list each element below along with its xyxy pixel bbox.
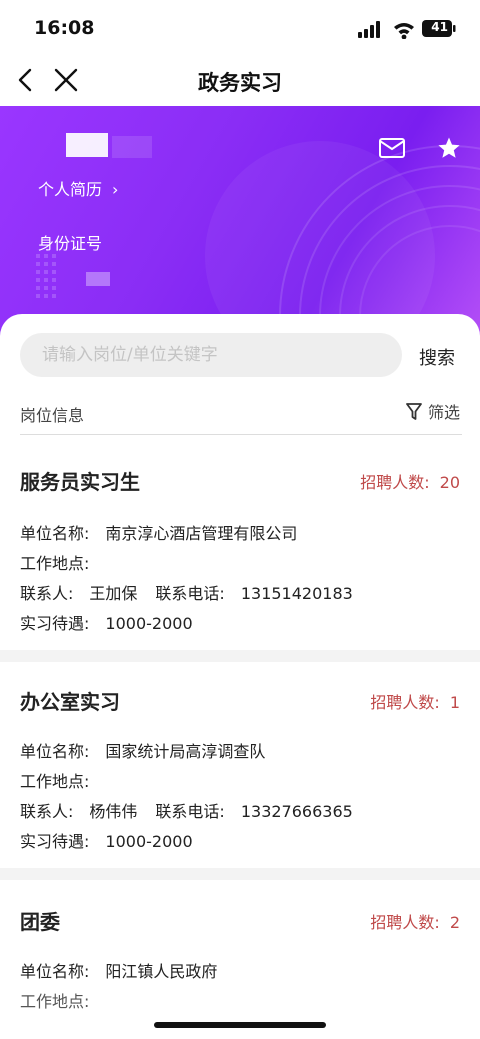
company-line: 单位名称: 阳江镇人民政府 (20, 962, 218, 981)
location-line: 工作地点: (20, 992, 90, 1011)
job-title: 团委 (20, 910, 60, 934)
chevron-right-icon: › (112, 180, 119, 199)
signal-icon (358, 21, 380, 38)
salary-line: 实习待遇: 1000-2000 (20, 832, 193, 851)
location-line: 工作地点: (20, 554, 90, 573)
location-line: 工作地点: (20, 772, 90, 791)
section-header: 岗位信息 筛选 (20, 394, 462, 435)
contact-line: 联系人: 杨伟伟 联系电话: 13327666365 (20, 802, 353, 821)
resume-link[interactable]: 个人简历 › (38, 176, 118, 200)
name-blur (112, 136, 152, 158)
id-number-label: 身份证号 (38, 234, 103, 253)
search-button[interactable]: 搜索 (419, 344, 455, 370)
star-icon (438, 137, 460, 158)
hire-count: 招聘人数: 1 (370, 693, 460, 712)
message-button[interactable] (379, 138, 405, 158)
hire-count: 招聘人数: 2 (370, 913, 460, 932)
mail-icon (379, 138, 405, 158)
filter-button[interactable]: 筛选 (406, 399, 460, 423)
filter-icon (406, 403, 422, 420)
status-time: 16:08 (34, 17, 95, 39)
company-line: 单位名称: 国家统计局高淳调查队 (20, 742, 266, 761)
status-icons: 41 (358, 19, 458, 40)
nav-bar: 政务实习 (0, 56, 480, 106)
section-title: 岗位信息 (20, 406, 85, 425)
home-indicator (154, 1022, 326, 1028)
id-number-blur (86, 272, 110, 286)
resume-link-label: 个人简历 (38, 180, 103, 199)
contact-line: 联系人: 王加保 联系电话: 13151420183 (20, 584, 353, 603)
job-card[interactable]: 服务员实习生 招聘人数: 20 单位名称: 南京淳心酒店管理有限公司 工作地点: 联… (0, 466, 480, 636)
battery-level: 41 (431, 20, 448, 34)
card-divider (0, 868, 480, 880)
content-panel: 搜索 岗位信息 筛选 服务员实习生 招聘人数:20 单位名称:南京淳心酒店管理有… (0, 314, 480, 1039)
company-line: 单位名称: 南京淳心酒店管理有限公司 (20, 524, 298, 543)
search-input[interactable] (20, 333, 402, 377)
salary-line: 实习待遇: 1000-2000 (20, 614, 193, 633)
job-title: 服务员实习生 (20, 470, 140, 494)
avatar-name-placeholder (66, 133, 108, 157)
hire-count: 招聘人数: 20 (360, 473, 460, 492)
job-card[interactable]: 办公室实习 招聘人数: 1 单位名称: 国家统计局高淳调查队 工作地点: 联系人: 杨… (0, 686, 480, 856)
profile-hero: 个人简历 › 身份证号 (0, 106, 480, 338)
wifi-icon (394, 23, 414, 40)
favorite-button[interactable] (437, 136, 461, 160)
status-bar: 16:08 41 (0, 0, 480, 56)
filter-label: 筛选 (427, 403, 460, 422)
page-title: 政务实习 (198, 71, 282, 95)
card-divider (0, 650, 480, 662)
job-title: 办公室实习 (20, 690, 120, 714)
job-card[interactable]: 团委 招聘人数: 2 单位名称: 阳江镇人民政府 工作地点: (0, 906, 480, 1039)
